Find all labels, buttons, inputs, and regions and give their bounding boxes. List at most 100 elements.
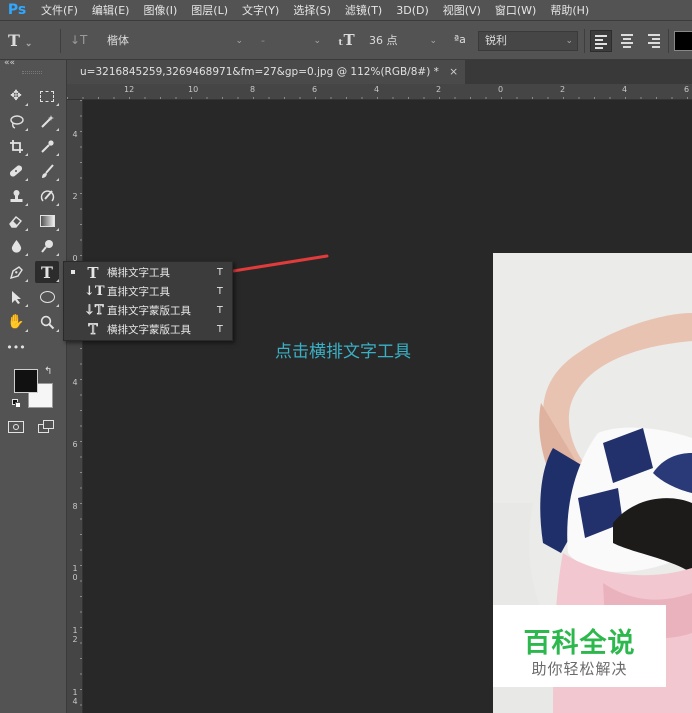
history-brush-icon[interactable] <box>35 185 59 207</box>
document-title: u=3216845259,3269468971&fm=27&gp=0.jpg @… <box>80 66 439 78</box>
menu-image[interactable]: 图像(I) <box>136 2 184 18</box>
flyout-item-shortcut: T <box>217 324 223 335</box>
ruler-label: 4 <box>72 378 78 387</box>
ruler-label: 8 <box>72 502 78 511</box>
text-color-swatch[interactable] <box>674 31 692 51</box>
flyout-item-shortcut: T <box>217 267 223 278</box>
gradient-icon[interactable] <box>35 210 59 232</box>
ruler-label: 8 <box>250 85 256 94</box>
screen-mode-icon[interactable] <box>38 420 56 434</box>
marquee-icon[interactable] <box>35 85 59 107</box>
chevron-down-icon: ⌄ <box>235 36 243 46</box>
type-icon[interactable]: T <box>35 261 59 283</box>
chevron-down-icon: ⌄ <box>565 36 573 46</box>
flyout-item-shortcut: T <box>217 305 223 316</box>
ruler-label: 4 <box>622 85 628 94</box>
ruler-label: 4 <box>72 130 78 139</box>
font-family-dropdown[interactable]: 楷体 ⌄ <box>100 31 248 51</box>
horizontal-type-mask-icon: T <box>88 322 98 339</box>
default-colors-icon[interactable] <box>12 399 21 408</box>
chevron-down-icon: ⌄ <box>24 39 33 49</box>
close-icon[interactable]: × <box>449 60 458 84</box>
vertical-type-mask-icon: ↓T <box>84 303 104 319</box>
horizontal-type-icon: T <box>87 264 99 282</box>
clone-stamp-icon[interactable] <box>4 185 28 207</box>
flyout-item-shortcut: T <box>217 286 223 297</box>
toggle-orientation-icon[interactable]: ↓T <box>70 33 87 47</box>
ruler-label: 6 <box>684 85 690 94</box>
type-tool-icon: T <box>8 31 20 50</box>
ruler-label: 6 <box>72 440 78 449</box>
horizontal-ruler[interactable]: 12 10 8 6 4 2 0 2 4 6 <box>67 84 692 100</box>
align-center-button[interactable] <box>616 30 638 52</box>
align-left-button[interactable] <box>590 30 612 52</box>
zoom-icon[interactable] <box>35 311 59 333</box>
ruler-label: 4 <box>374 85 380 94</box>
tools-panel: «« ✥ T ✋ ••• ↰ <box>0 58 67 713</box>
crop-icon[interactable] <box>4 135 28 157</box>
menu-edit[interactable]: 编辑(E) <box>85 2 137 18</box>
chevron-down-icon: ⌄ <box>429 36 437 46</box>
vertical-ruler[interactable]: 4 2 0 2 4 6 8 10 12 14 <box>67 100 83 713</box>
eraser-icon[interactable] <box>4 210 28 232</box>
document-tab-bar: u=3216845259,3269468971&fm=27&gp=0.jpg @… <box>67 60 692 84</box>
ruler-label: 14 <box>72 688 78 706</box>
flyout-item-horizontal-type-mask[interactable]: T 横排文字蒙版工具 T <box>64 321 232 339</box>
options-bar: T ⌄ ↓T 楷体 ⌄ - ⌄ ₜT 36 点 ⌄ ªa 锐利 ⌄ <box>0 20 692 60</box>
menu-filter[interactable]: 滤镜(T) <box>338 2 389 18</box>
ruler-label: 0 <box>498 85 504 94</box>
eyedropper-icon[interactable] <box>35 135 59 157</box>
dodge-icon[interactable] <box>35 235 59 257</box>
ruler-label: 2 <box>436 85 442 94</box>
move-icon[interactable]: ✥ <box>4 85 28 107</box>
menu-help[interactable]: 帮助(H) <box>543 2 596 18</box>
ruler-label: 12 <box>72 626 78 644</box>
blur-icon[interactable] <box>4 235 28 257</box>
menu-view[interactable]: 视图(V) <box>436 2 488 18</box>
panel-grip[interactable] <box>22 71 42 74</box>
foreground-color-swatch[interactable] <box>14 369 38 393</box>
ellipse-icon[interactable] <box>35 286 59 308</box>
swap-colors-icon[interactable]: ↰ <box>44 366 52 377</box>
antialias-dropdown[interactable]: 锐利 ⌄ <box>478 31 578 51</box>
menu-window[interactable]: 窗口(W) <box>488 2 543 18</box>
document-tab[interactable]: u=3216845259,3269468971&fm=27&gp=0.jpg @… <box>67 60 465 84</box>
watermark-logo: 百科全说 助你轻松解决 <box>493 605 666 687</box>
lasso-icon[interactable] <box>4 110 28 132</box>
flyout-item-label: 直排文字工具 <box>107 286 170 298</box>
hand-icon[interactable]: ✋ <box>4 311 28 333</box>
tool-preset-picker[interactable]: T ⌄ <box>8 31 32 50</box>
vertical-type-icon: ↓T <box>84 284 105 299</box>
menu-3d[interactable]: 3D(D) <box>389 4 436 17</box>
ruler-label: 6 <box>312 85 318 94</box>
more-icon[interactable]: ••• <box>4 336 28 358</box>
brush-icon[interactable] <box>35 160 59 182</box>
ruler-label: 2 <box>560 85 566 94</box>
align-right-button[interactable] <box>642 30 664 52</box>
menu-type[interactable]: 文字(Y) <box>235 2 286 18</box>
path-select-icon[interactable] <box>4 286 28 308</box>
chevron-down-icon: ⌄ <box>313 36 321 46</box>
magic-wand-icon[interactable] <box>35 110 59 132</box>
healing-brush-icon[interactable] <box>4 160 28 182</box>
watermark-title: 百科全说 <box>523 628 636 659</box>
flyout-item-vertical-type-mask[interactable]: ↓T 直排文字蒙版工具 T <box>64 302 232 320</box>
flyout-item-label: 直排文字蒙版工具 <box>107 305 191 317</box>
menu-file[interactable]: 文件(F) <box>34 2 85 18</box>
ruler-label: 10 <box>188 85 199 94</box>
selected-bullet-icon <box>71 270 75 274</box>
menu-layer[interactable]: 图层(L) <box>184 2 235 18</box>
menu-select[interactable]: 选择(S) <box>286 2 338 18</box>
flyout-item-vertical-type[interactable]: ↓T 直排文字工具 T <box>64 283 232 301</box>
quick-mask-icon[interactable] <box>8 421 24 433</box>
flyout-item-horizontal-type[interactable]: T 横排文字工具 T <box>64 264 232 282</box>
collapse-panel-icon[interactable]: «« <box>4 58 15 68</box>
annotation-text: 点击横排文字工具 <box>275 342 411 362</box>
font-size-dropdown[interactable]: 36 点 ⌄ <box>362 31 442 51</box>
watermark-subtitle: 助你轻松解决 <box>531 660 628 678</box>
pen-icon[interactable] <box>4 261 28 283</box>
font-size-icon: ₜT <box>338 31 355 49</box>
font-style-dropdown[interactable]: - ⌄ <box>254 31 326 51</box>
photoshop-window: Ps 文件(F) 编辑(E) 图像(I) 图层(L) 文字(Y) 选择(S) 滤… <box>0 0 692 713</box>
menu-bar: Ps 文件(F) 编辑(E) 图像(I) 图层(L) 文字(Y) 选择(S) 滤… <box>0 0 692 20</box>
